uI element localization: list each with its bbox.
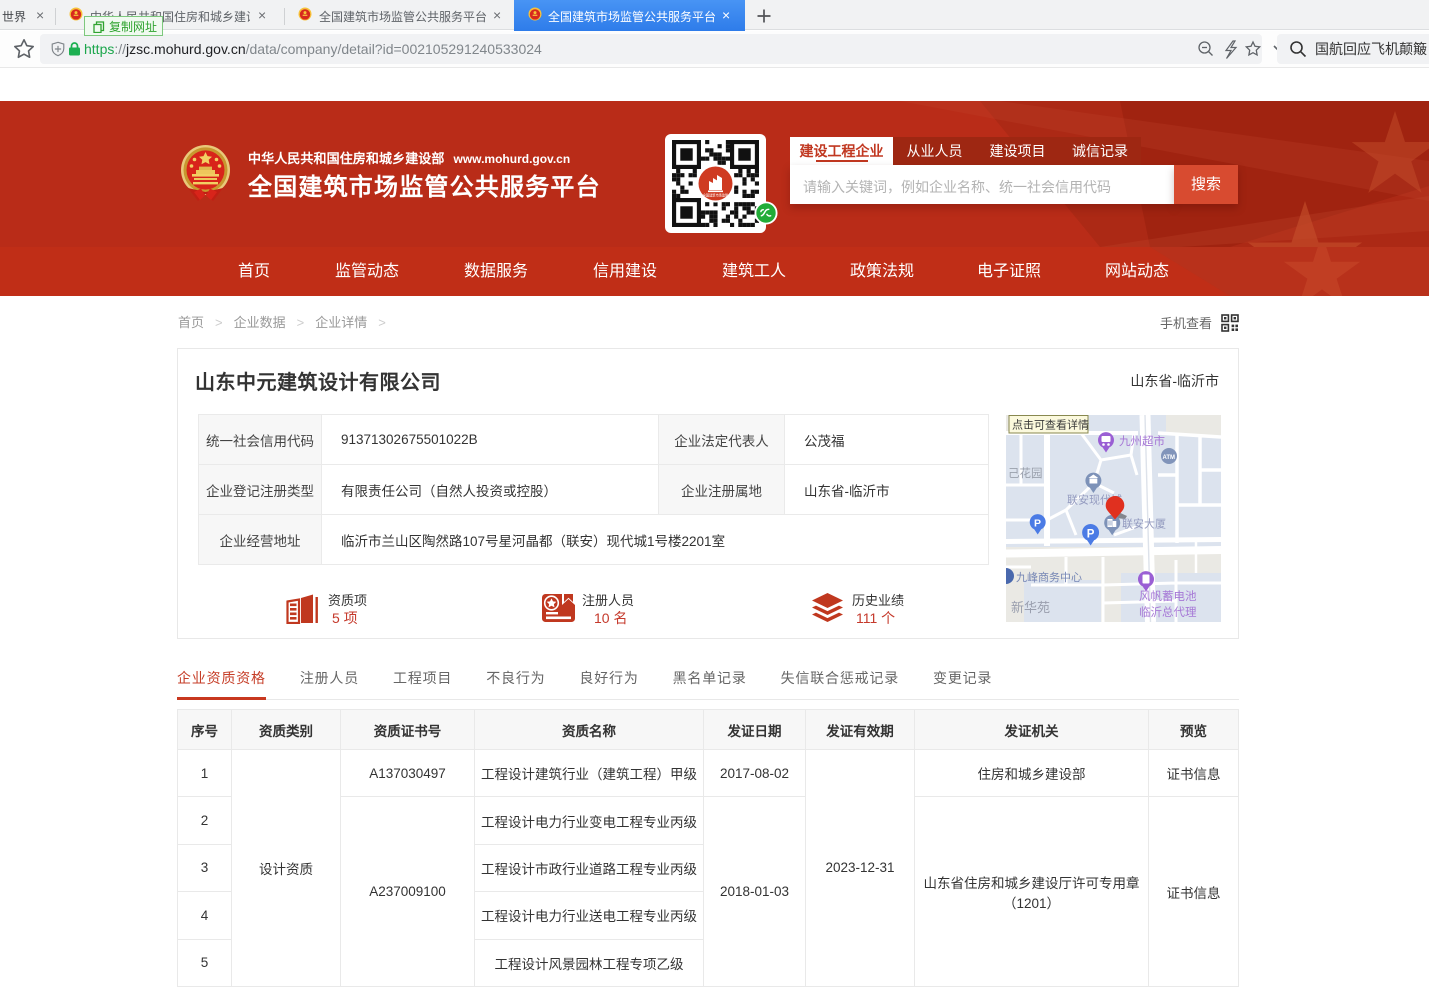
- svg-text:P: P: [1087, 529, 1095, 541]
- svg-text:联安大厦: 联安大厦: [1122, 517, 1166, 531]
- svg-text:风帆蓄电池: 风帆蓄电池: [1139, 589, 1197, 603]
- svg-text:新华苑: 新华苑: [1011, 600, 1050, 615]
- svg-text:全国建筑市场监管: 全国建筑市场监管: [703, 193, 729, 198]
- svg-text:九州超市: 九州超市: [1119, 434, 1165, 448]
- svg-text:ATM: ATM: [1163, 455, 1176, 461]
- svg-text:九峰商务中心: 九峰商务中心: [1016, 570, 1082, 584]
- svg-text:己花园: 己花园: [1008, 467, 1043, 480]
- svg-text:点击可查看详情: 点击可查看详情: [1012, 418, 1089, 432]
- svg-text:临沂总代理: 临沂总代理: [1139, 605, 1197, 619]
- svg-text:P: P: [1034, 518, 1041, 530]
